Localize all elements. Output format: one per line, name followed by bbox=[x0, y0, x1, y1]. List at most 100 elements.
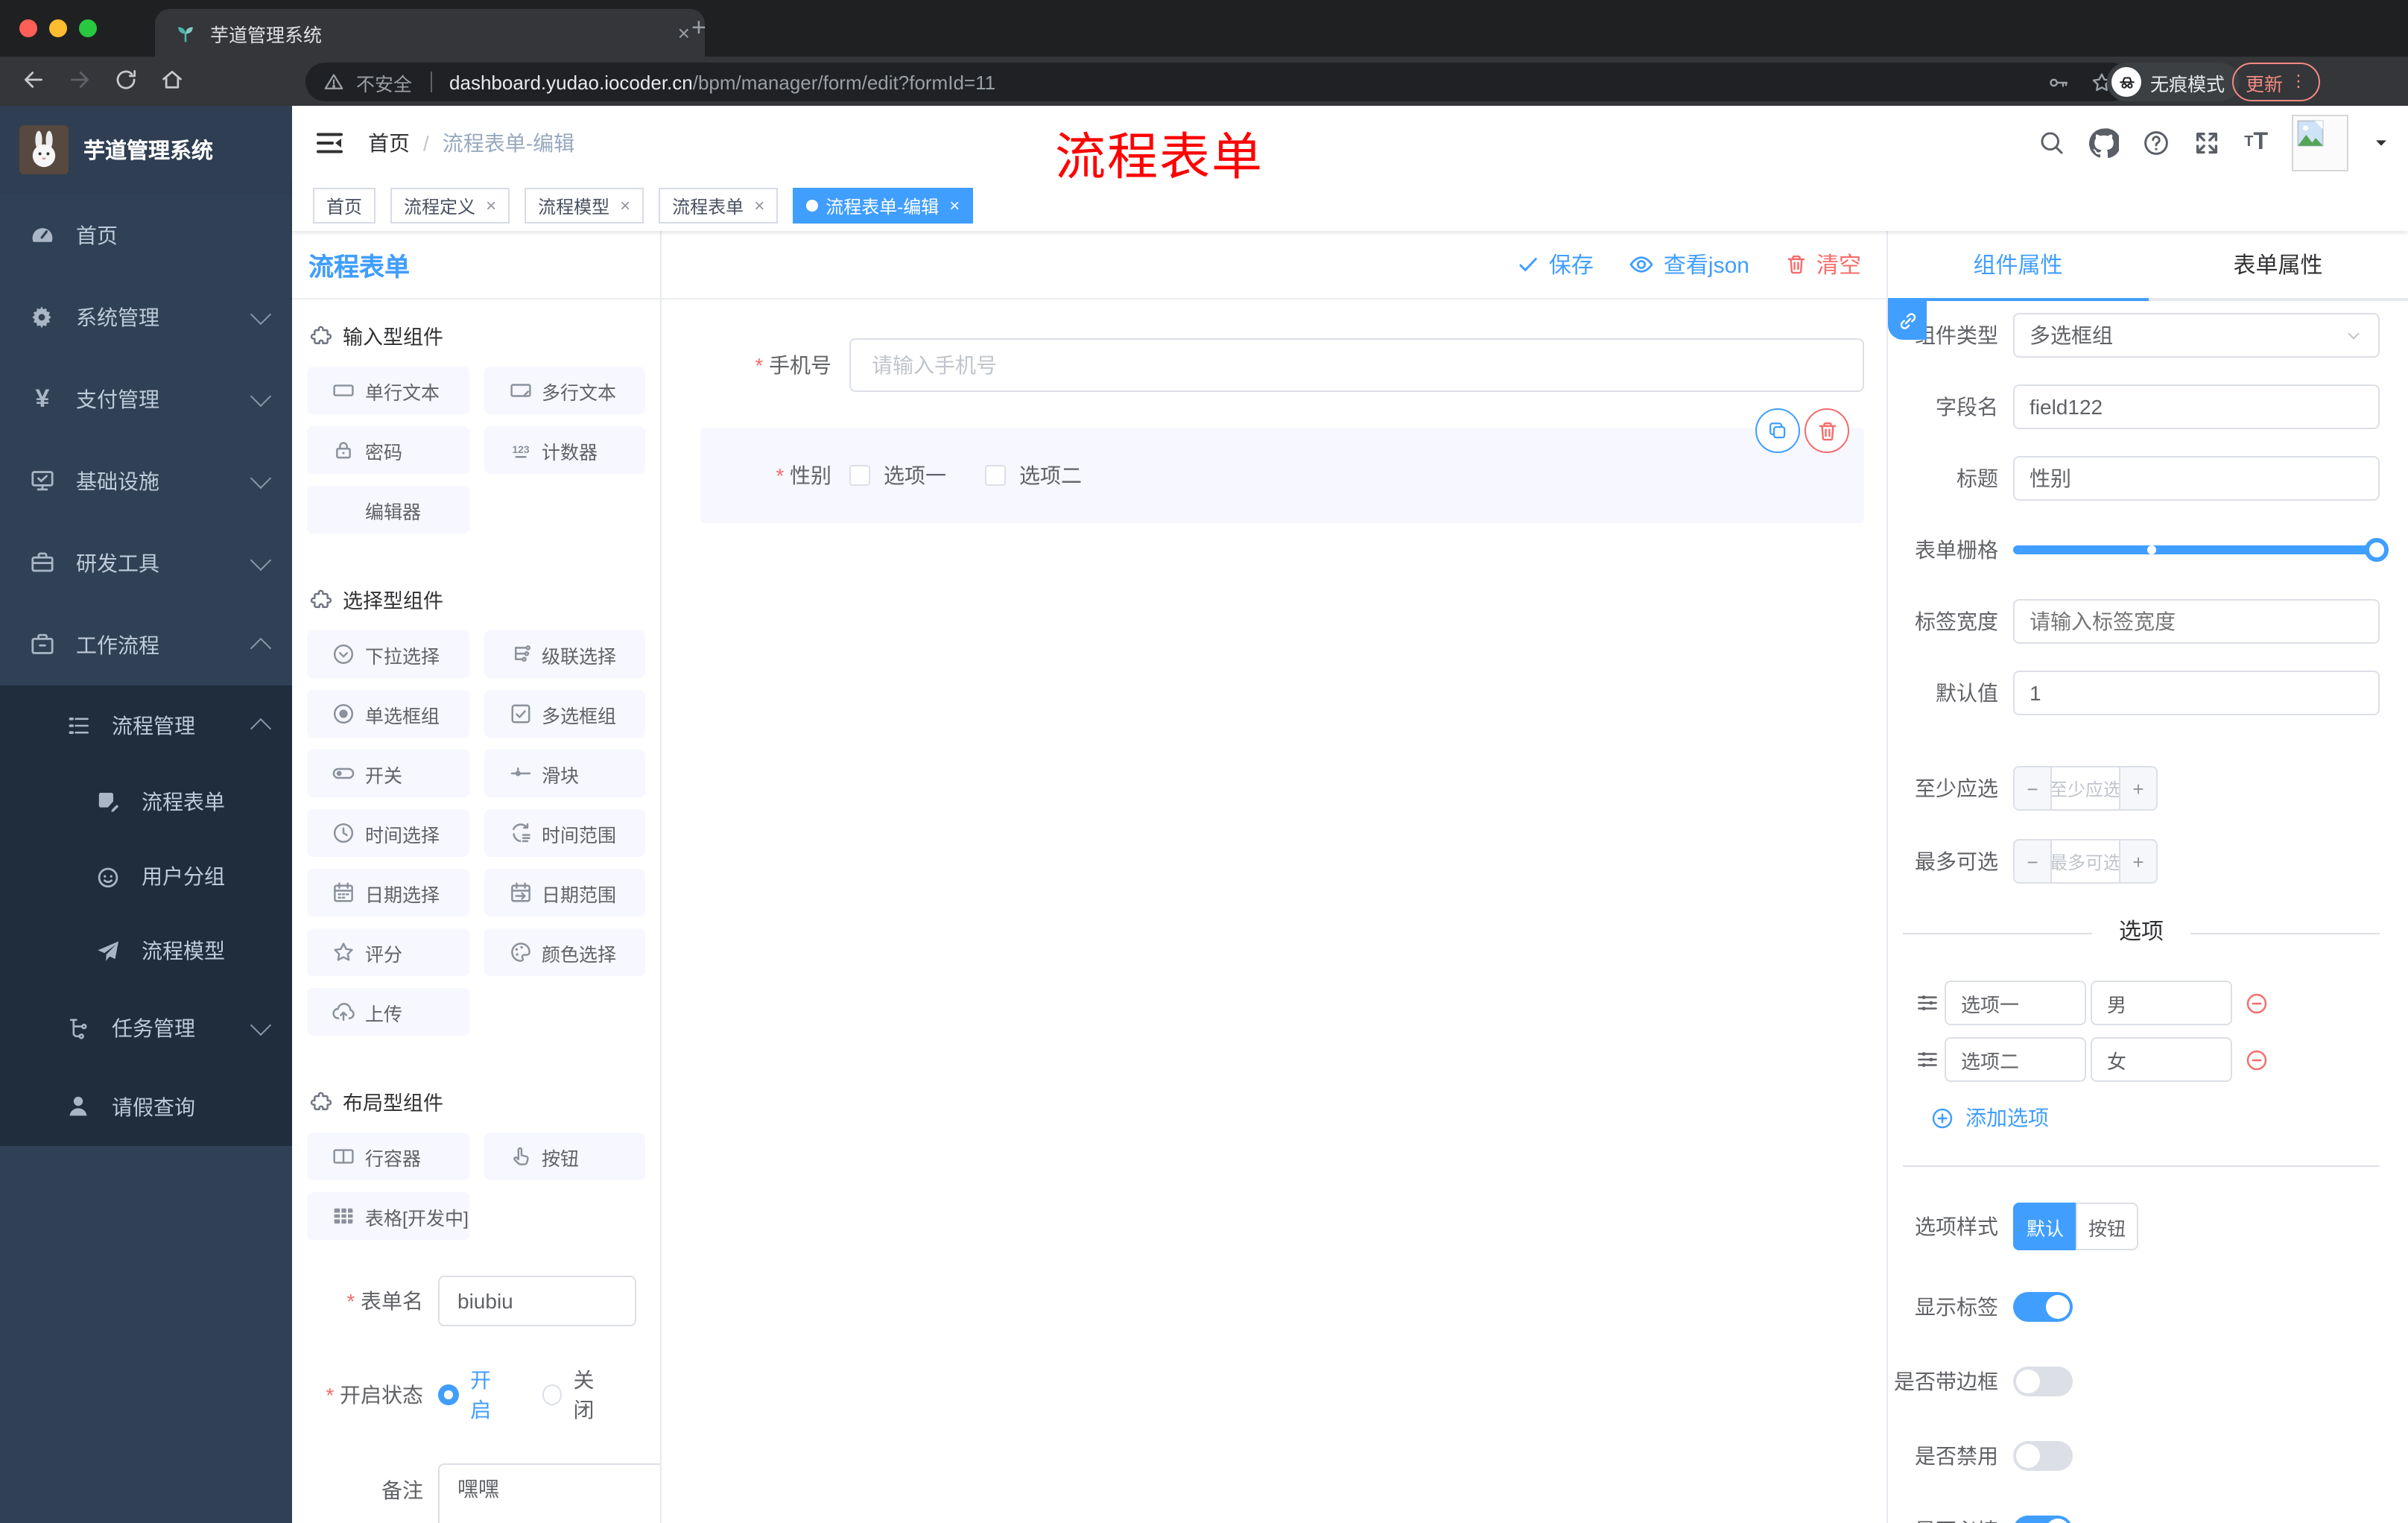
github-icon[interactable] bbox=[2089, 128, 2120, 158]
close-window-button[interactable] bbox=[19, 19, 37, 37]
sidebar-subitem[interactable]: 流程模型 bbox=[0, 914, 292, 988]
sidebar-item[interactable]: 工作流程 bbox=[0, 604, 292, 685]
palette-item[interactable]: 滑块 bbox=[484, 750, 645, 797]
tag-close-icon[interactable]: × bbox=[486, 195, 496, 216]
window-controls[interactable] bbox=[19, 19, 97, 37]
browser-menu-icon[interactable]: ⋮ bbox=[2290, 74, 2307, 90]
option-label-input[interactable] bbox=[1945, 1037, 2086, 1082]
sidebar-item-process-management[interactable]: 流程管理 bbox=[0, 685, 292, 764]
breadcrumb-home[interactable]: 首页 bbox=[368, 128, 410, 158]
url-text[interactable]: dashboard.yudao.iocoder.cn/bpm/manager/f… bbox=[449, 71, 2035, 93]
view-json-button[interactable]: 查看json bbox=[1629, 249, 1749, 280]
reload-icon[interactable] bbox=[113, 67, 139, 92]
delete-field-button[interactable] bbox=[1805, 408, 1849, 453]
palette-item[interactable]: 开关 bbox=[307, 750, 469, 797]
search-icon[interactable] bbox=[2038, 130, 2065, 156]
gender-checkbox-1[interactable]: 选项一 bbox=[849, 460, 946, 490]
palette-item[interactable]: 上传 bbox=[307, 988, 469, 1036]
avatar[interactable] bbox=[2292, 115, 2348, 171]
toggle-switch[interactable] bbox=[2013, 1292, 2073, 1322]
remove-option-icon[interactable] bbox=[2246, 1048, 2268, 1071]
stepper-placeholder[interactable]: 最多可选 bbox=[2052, 840, 2119, 882]
palette-item[interactable]: 密码 bbox=[307, 426, 469, 474]
slider-track[interactable] bbox=[2013, 538, 2389, 562]
palette-item[interactable]: 按钮 bbox=[484, 1133, 645, 1180]
plus-button[interactable]: + bbox=[2119, 840, 2156, 882]
palette-item[interactable]: 多行文本 bbox=[484, 367, 645, 414]
update-browser-button[interactable]: 更新 ⋮ bbox=[2232, 63, 2321, 101]
password-manager-icon[interactable] bbox=[2047, 71, 2070, 93]
panel-link-handle[interactable] bbox=[1888, 301, 1927, 340]
sidebar-item-task-management[interactable]: 任务管理 bbox=[0, 988, 292, 1067]
status-radio-off[interactable]: 关闭 bbox=[542, 1365, 612, 1425]
tab-close-icon[interactable]: × bbox=[678, 21, 690, 45]
text-size-icon[interactable]: TT bbox=[2244, 130, 2268, 154]
tab-form-props[interactable]: 表单属性 bbox=[2148, 231, 2408, 298]
tag-view-tab[interactable]: 流程定义 × bbox=[390, 188, 510, 224]
form-remark-textarea[interactable] bbox=[438, 1463, 660, 1523]
sidebar-item[interactable]: ¥ 支付管理 bbox=[0, 358, 292, 440]
avatar-caret-icon[interactable] bbox=[2372, 134, 2390, 152]
palette-item[interactable]: 评分 bbox=[307, 928, 469, 976]
palette-item[interactable]: 日期范围 bbox=[484, 869, 645, 916]
form-grid-slider[interactable] bbox=[2013, 528, 2389, 572]
hamburger-icon[interactable] bbox=[314, 128, 344, 158]
form-name-input[interactable] bbox=[438, 1276, 636, 1326]
palette-item[interactable]: 颜色选择 bbox=[484, 928, 645, 976]
field-name-input[interactable] bbox=[2013, 384, 2380, 429]
toggle-switch[interactable] bbox=[2013, 1516, 2073, 1523]
app-logo[interactable]: 芋道管理系统 bbox=[0, 106, 292, 194]
security-label[interactable]: 不安全 bbox=[356, 68, 412, 96]
sidebar-subitem[interactable]: 流程表单 bbox=[0, 764, 292, 839]
copy-field-button[interactable] bbox=[1755, 408, 1800, 453]
fullscreen-icon[interactable] bbox=[2193, 130, 2220, 156]
checkbox[interactable] bbox=[985, 465, 1006, 486]
palette-item[interactable]: 时间范围 bbox=[484, 809, 645, 857]
clear-button[interactable]: 清空 bbox=[1785, 249, 1861, 280]
remove-option-icon[interactable] bbox=[2246, 992, 2268, 1014]
toggle-switch[interactable] bbox=[2013, 1441, 2073, 1471]
palette-item[interactable]: 日期选择 bbox=[307, 869, 469, 916]
sidebar-item[interactable]: 系统管理 bbox=[0, 276, 292, 358]
stepper-placeholder[interactable]: 至少应选 bbox=[2052, 767, 2119, 809]
browser-tab[interactable]: 芋道管理系统 × bbox=[155, 9, 705, 57]
tag-view-tab[interactable]: 流程模型 × bbox=[525, 188, 644, 224]
checkbox[interactable] bbox=[849, 465, 870, 486]
tag-view-tab[interactable]: 首页 × bbox=[313, 188, 376, 224]
component-type-select[interactable]: 多选框组 bbox=[2013, 313, 2380, 358]
help-icon[interactable] bbox=[2143, 130, 2170, 156]
min-select-stepper[interactable]: − 至少应选 + bbox=[2013, 766, 2158, 811]
palette-item[interactable]: 单行文本 bbox=[307, 367, 469, 414]
style-button-button[interactable]: 按钮 bbox=[2076, 1203, 2138, 1250]
palette-item[interactable]: 123 计数器 bbox=[484, 426, 645, 474]
forward-icon[interactable] bbox=[67, 67, 92, 92]
status-radio-on[interactable]: 开启 bbox=[438, 1365, 509, 1425]
style-default-button[interactable]: 默认 bbox=[2013, 1203, 2076, 1250]
minus-button[interactable]: − bbox=[2015, 767, 2052, 809]
address-bar[interactable]: 不安全 dashboard.yudao.iocoder.cn/bpm/manag… bbox=[305, 63, 2131, 101]
minus-button[interactable]: − bbox=[2015, 840, 2052, 882]
field-phone[interactable]: 手机号 bbox=[700, 338, 1864, 392]
save-button[interactable]: 保存 bbox=[1518, 249, 1594, 280]
sidebar-item[interactable]: 基础设施 bbox=[0, 440, 292, 522]
drag-handle-icon[interactable] bbox=[1916, 992, 1939, 1014]
palette-item[interactable]: 时间选择 bbox=[307, 809, 469, 857]
palette-item[interactable]: 编辑器 bbox=[307, 486, 469, 533]
label-width-input[interactable] bbox=[2013, 599, 2380, 644]
palette-item[interactable]: 多选框组 bbox=[484, 690, 645, 738]
zoom-window-button[interactable] bbox=[79, 19, 97, 37]
slider-handle[interactable] bbox=[2365, 538, 2389, 562]
tag-view-tab[interactable]: 流程表单-编辑 × bbox=[793, 188, 974, 224]
option-label-input[interactable] bbox=[1945, 981, 2086, 1025]
phone-input[interactable] bbox=[849, 338, 1864, 392]
gender-checkbox-2[interactable]: 选项二 bbox=[985, 460, 1082, 490]
field-gender-selected[interactable]: 性别 选项一 选项二 bbox=[700, 408, 1864, 523]
palette-item[interactable]: 单选框组 bbox=[307, 690, 469, 738]
back-icon[interactable] bbox=[21, 67, 46, 92]
tag-close-icon[interactable]: × bbox=[620, 195, 630, 216]
sidebar-item-leave-query[interactable]: 请假查询 bbox=[0, 1067, 292, 1146]
max-select-stepper[interactable]: − 最多可选 + bbox=[2013, 839, 2158, 884]
tag-view-tab[interactable]: 流程表单 × bbox=[659, 188, 779, 224]
add-option-button[interactable]: 添加选项 bbox=[1931, 1103, 2380, 1133]
option-value-input[interactable] bbox=[2091, 981, 2232, 1025]
